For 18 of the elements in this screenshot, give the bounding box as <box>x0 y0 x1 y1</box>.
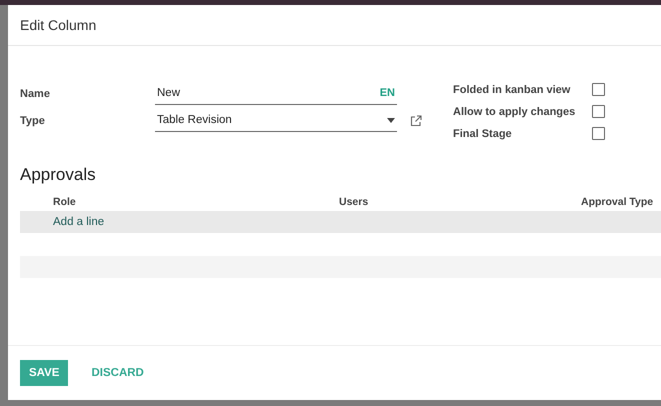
checkbox[interactable] <box>592 127 605 140</box>
option-label: Final Stage <box>453 128 513 140</box>
field-label: Type <box>20 114 46 126</box>
caret-icon <box>387 118 395 122</box>
column-header: Role <box>53 196 77 208</box>
type-select[interactable]: Table Revision <box>155 109 397 132</box>
external-link-icon[interactable] <box>410 114 422 126</box>
section-title: Approvals <box>20 165 97 185</box>
checkbox[interactable] <box>592 83 605 96</box>
name-field[interactable]: New EN <box>155 82 397 105</box>
dialog-title: Edit Column <box>20 17 96 33</box>
add-line-link[interactable]: Add a line <box>53 216 104 228</box>
column-header: Approval Type <box>581 196 654 208</box>
option-label: Folded in kanban view <box>453 84 572 96</box>
checkbox[interactable] <box>592 105 605 118</box>
field-label: Name <box>20 88 51 100</box>
column-header: Users <box>339 196 370 208</box>
option-label: Allow to apply changes <box>453 106 576 118</box>
